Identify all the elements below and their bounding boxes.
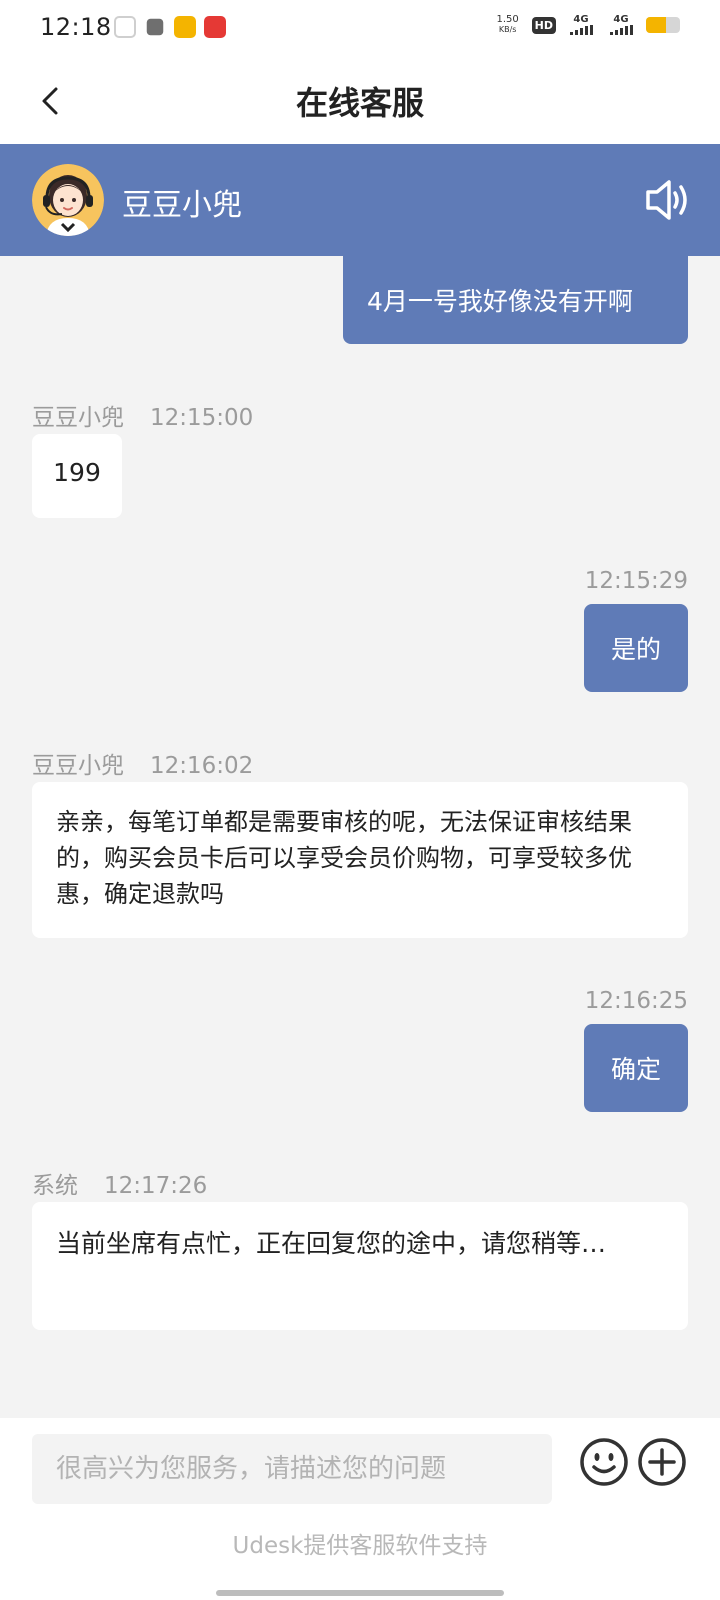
network-speed-value: 1.50 xyxy=(496,14,519,25)
mail-icon xyxy=(174,16,196,38)
message-time: 12:16:02 xyxy=(150,753,254,779)
battery-icon xyxy=(646,17,680,33)
message-time: 12:17:26 xyxy=(104,1173,208,1199)
input-bar: 很高兴为您服务，请描述您的问题 Udesk提供客服软件支持 xyxy=(0,1418,720,1600)
home-indicator[interactable] xyxy=(216,1590,504,1596)
storage-icon xyxy=(146,18,164,36)
agent-avatar[interactable] xyxy=(32,164,104,236)
agent-avatar-icon xyxy=(32,164,104,236)
message-bubble-outgoing: 是的 xyxy=(584,604,688,692)
network-speed: 1.50 KB/s xyxy=(494,15,522,35)
hd-icon: HD xyxy=(531,16,556,34)
message-bubble-incoming: 199 xyxy=(32,434,122,518)
message-time: 12:15:00 xyxy=(150,405,254,431)
message-meta: 豆豆小兜 12:15:00 xyxy=(32,398,253,432)
message-input[interactable]: 很高兴为您服务，请描述您的问题 xyxy=(32,1434,552,1504)
sound-toggle-button[interactable] xyxy=(642,174,694,226)
powered-by-text: Udesk提供客服软件支持 xyxy=(232,1533,488,1559)
signal-sim1-icon: 4G xyxy=(566,15,596,35)
message-sender: 豆豆小兜 xyxy=(32,753,124,779)
chat-message-list[interactable]: 4月一号我好像没有开啊 豆豆小兜 12:15:00 199 12:15:29 是的… xyxy=(0,256,720,1418)
status-indicators: 1.50 KB/s HD 4G 4G xyxy=(494,15,680,35)
message-bubble-incoming: 亲亲，每笔订单都是需要审核的呢，无法保证审核结果的，购买会员卡后可以享受会员价购… xyxy=(32,782,688,938)
emoji-button[interactable] xyxy=(578,1436,630,1488)
speaker-icon xyxy=(646,180,687,220)
battery-level xyxy=(646,17,667,33)
smiley-icon xyxy=(580,1438,628,1486)
signal-sim2-label: 4G xyxy=(613,14,629,25)
message-sender: 豆豆小兜 xyxy=(32,405,124,431)
message-bubble-outgoing: 4月一号我好像没有开啊 xyxy=(343,256,688,344)
network-speed-unit: KB/s xyxy=(498,25,517,34)
page-title: 在线客服 xyxy=(295,84,424,122)
signal-sim1-label: 4G xyxy=(573,14,589,25)
message-meta: 系统 12:17:26 xyxy=(32,1166,207,1200)
message-time: 12:16:25 xyxy=(584,988,688,1014)
message-bubble-outgoing: 确定 xyxy=(584,1024,688,1112)
signal-sim2-icon: 4G xyxy=(606,15,636,35)
message-time: 12:15:29 xyxy=(584,568,688,594)
notification-icons xyxy=(114,16,226,38)
plus-circle-icon xyxy=(638,1438,686,1486)
status-bar: 12:18 1.50 KB/s HD 4G 4G xyxy=(0,0,720,56)
agent-header: 豆豆小兜 xyxy=(0,144,720,256)
message-sender: 系统 xyxy=(32,1173,78,1199)
app-icon xyxy=(204,16,226,38)
notification-icon xyxy=(114,16,136,38)
agent-name: 豆豆小兜 xyxy=(122,188,242,223)
message-bubble-system: 当前坐席有点忙，正在回复您的途中，请您稍等… xyxy=(32,1202,688,1330)
top-nav: 在线客服 xyxy=(0,56,720,144)
message-meta: 豆豆小兜 12:16:02 xyxy=(32,746,253,780)
status-time: 12:18 xyxy=(40,13,112,41)
more-options-button[interactable] xyxy=(636,1436,688,1488)
